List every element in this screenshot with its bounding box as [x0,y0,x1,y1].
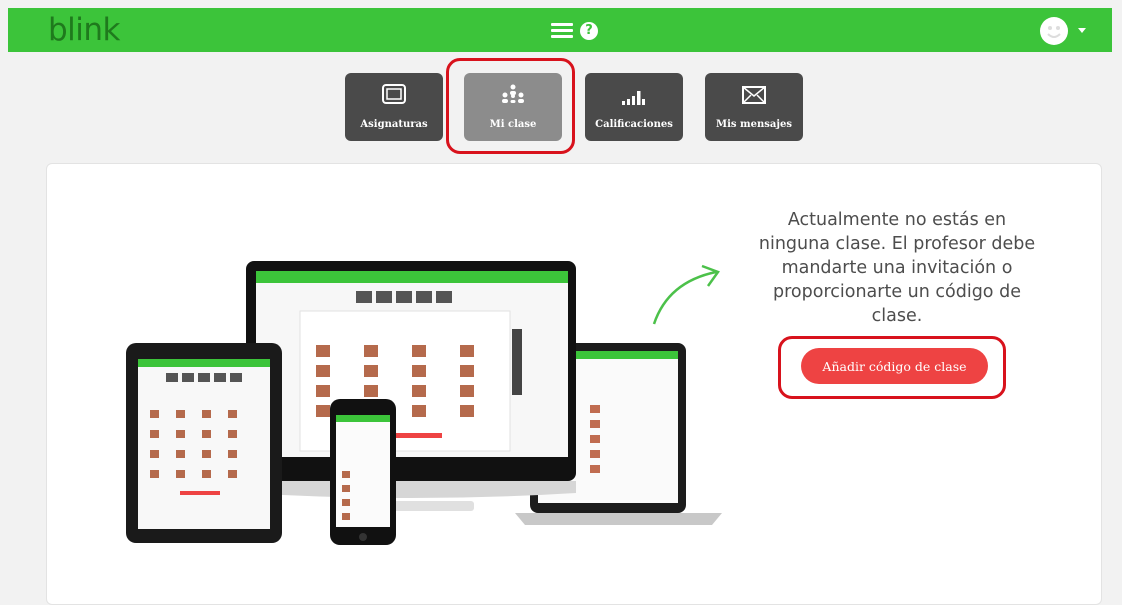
top-bar: blink ? [8,8,1112,52]
nav-mis-mensajes-label: Mis mensajes [716,119,792,130]
mi-clase-highlight-annotation [446,58,575,154]
nav-calificaciones-button[interactable]: Calificaciones [585,73,683,141]
nav-asignaturas-button[interactable]: Asignaturas [345,73,443,141]
help-icon[interactable]: ? [580,22,598,40]
smiley-icon [1047,26,1061,38]
no-class-message: Actualmente no estás en ninguna clase. E… [758,210,1036,326]
nav-calificaciones-label: Calificaciones [595,119,673,130]
envelope-icon [742,86,766,104]
nav-asignaturas-label: Asignaturas [360,119,428,130]
blink-logo[interactable]: blink [48,12,121,48]
devices-illustration [126,261,722,545]
subjects-icon [382,84,406,104]
nav-mis-mensajes-button[interactable]: Mis mensajes [705,73,803,141]
menu-icon[interactable] [551,22,573,40]
green-arrow-icon [652,264,720,325]
grades-bars-icon [622,91,645,105]
add-button-highlight-annotation [778,336,1006,399]
avatar[interactable] [1040,17,1068,45]
avatar-dropdown-caret[interactable] [1078,28,1086,33]
